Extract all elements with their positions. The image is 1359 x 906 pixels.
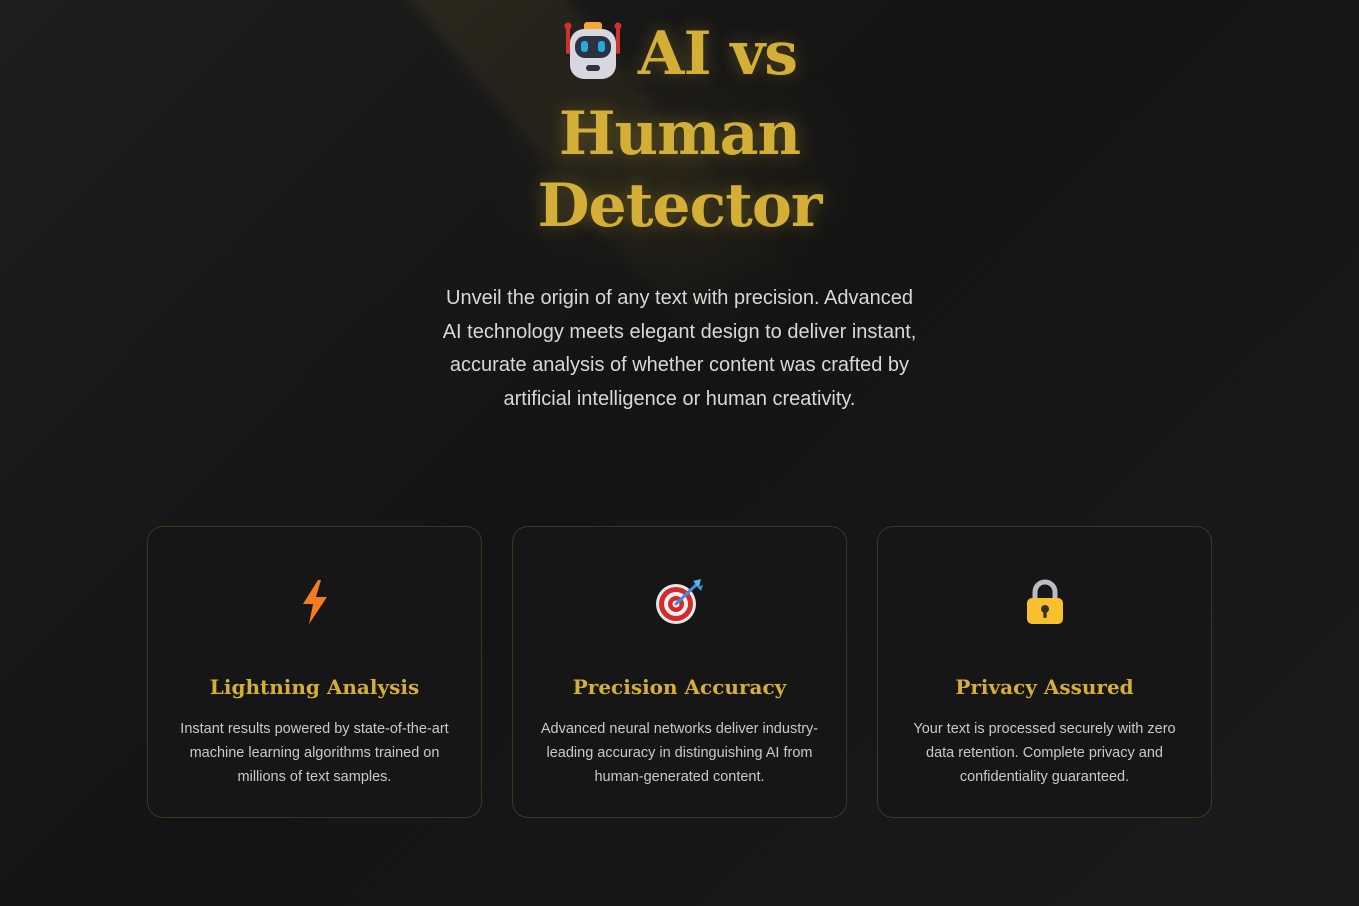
hero-subtitle: Unveil the origin of any text with preci… xyxy=(442,287,917,410)
lock-icon xyxy=(878,577,1211,627)
feature-cards: Lightning Analysis Instant results power… xyxy=(147,526,1212,818)
hero-section: AI vs Human Detector Unveil the origin o… xyxy=(0,18,1359,416)
feature-title: Precision Accuracy xyxy=(572,675,787,699)
robot-icon xyxy=(562,20,624,98)
page: AI vs Human Detector Unveil the origin o… xyxy=(0,0,1359,906)
feature-card-privacy: Privacy Assured Your text is processed s… xyxy=(877,526,1212,818)
feature-description: Your text is processed securely with zer… xyxy=(913,721,1176,785)
page-title: AI vs Human Detector xyxy=(440,18,920,242)
target-icon xyxy=(513,577,846,627)
feature-card-lightning: Lightning Analysis Instant results power… xyxy=(147,526,482,818)
feature-description: Instant results powered by state-of-the-… xyxy=(180,721,449,785)
feature-title: Lightning Analysis xyxy=(209,675,420,699)
feature-description: Advanced neural networks deliver industr… xyxy=(540,721,819,785)
lightning-icon xyxy=(148,577,481,627)
feature-card-precision: Precision Accuracy Advanced neural netwo… xyxy=(512,526,847,818)
feature-title: Privacy Assured xyxy=(955,675,1134,699)
